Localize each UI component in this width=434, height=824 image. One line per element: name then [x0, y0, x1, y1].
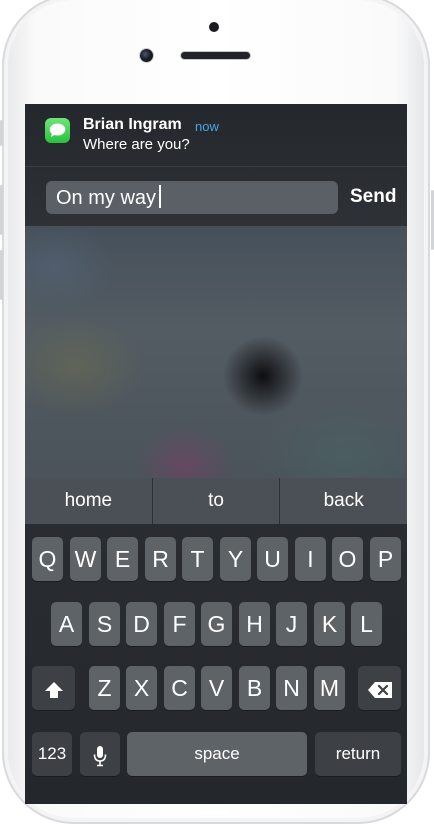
- blurred-wallpaper: [25, 226, 407, 486]
- key-s[interactable]: S: [89, 602, 120, 646]
- key-a[interactable]: A: [51, 602, 82, 646]
- text-cursor: [159, 185, 162, 208]
- timestamp: now: [195, 119, 219, 134]
- front-camera: [140, 49, 153, 62]
- key-k[interactable]: K: [314, 602, 345, 646]
- volume-up-button: [0, 185, 3, 235]
- screen: Brian Ingram now Where are you? On my wa…: [25, 104, 407, 804]
- messages-icon: [45, 118, 70, 143]
- key-p[interactable]: P: [370, 537, 401, 581]
- key-d[interactable]: D: [126, 602, 157, 646]
- key-r[interactable]: R: [145, 537, 176, 581]
- divider: [25, 166, 407, 167]
- send-button[interactable]: Send: [350, 186, 396, 208]
- proximity-sensor: [209, 22, 219, 32]
- space-key[interactable]: space: [127, 732, 307, 776]
- key-h[interactable]: H: [239, 602, 270, 646]
- shift-key[interactable]: [32, 666, 75, 710]
- message-text: Where are you?: [83, 136, 190, 153]
- reply-input[interactable]: On my way: [46, 181, 338, 214]
- key-q[interactable]: Q: [32, 537, 63, 581]
- key-m[interactable]: M: [314, 666, 345, 710]
- key-x[interactable]: X: [126, 666, 157, 710]
- delete-key[interactable]: [358, 666, 401, 710]
- mute-switch: [0, 120, 3, 146]
- keyboard: home to back Q W E R T Y U I O P A S D F…: [25, 478, 407, 804]
- notification-banner[interactable]: Brian Ingram now Where are you? On my wa…: [25, 104, 407, 226]
- numbers-key[interactable]: 123: [32, 732, 72, 776]
- key-b[interactable]: B: [239, 666, 270, 710]
- key-i[interactable]: I: [295, 537, 326, 581]
- key-z[interactable]: Z: [89, 666, 120, 710]
- predictive-bar: home to back: [25, 478, 407, 524]
- key-j[interactable]: J: [276, 602, 307, 646]
- key-w[interactable]: W: [70, 537, 101, 581]
- microphone-icon: [93, 746, 107, 767]
- shift-arrow-icon: [44, 682, 63, 698]
- key-n[interactable]: N: [276, 666, 307, 710]
- suggestion-2[interactable]: to: [153, 478, 280, 524]
- volume-down-button: [0, 250, 3, 300]
- key-f[interactable]: F: [164, 602, 195, 646]
- key-c[interactable]: C: [164, 666, 195, 710]
- key-e[interactable]: E: [107, 537, 138, 581]
- reply-text: On my way: [56, 187, 157, 209]
- key-v[interactable]: V: [201, 666, 232, 710]
- earpiece-speaker: [181, 52, 250, 59]
- key-l[interactable]: L: [351, 602, 382, 646]
- key-o[interactable]: O: [332, 537, 363, 581]
- key-y[interactable]: Y: [220, 537, 251, 581]
- key-u[interactable]: U: [257, 537, 288, 581]
- return-key[interactable]: return: [315, 732, 401, 776]
- backspace-icon: [367, 682, 392, 698]
- suggestion-1[interactable]: home: [25, 478, 152, 524]
- dictation-key[interactable]: [80, 732, 120, 776]
- sender-name: Brian Ingram: [83, 116, 182, 133]
- key-t[interactable]: T: [182, 537, 213, 581]
- suggestion-3[interactable]: back: [280, 478, 407, 524]
- key-g[interactable]: G: [201, 602, 232, 646]
